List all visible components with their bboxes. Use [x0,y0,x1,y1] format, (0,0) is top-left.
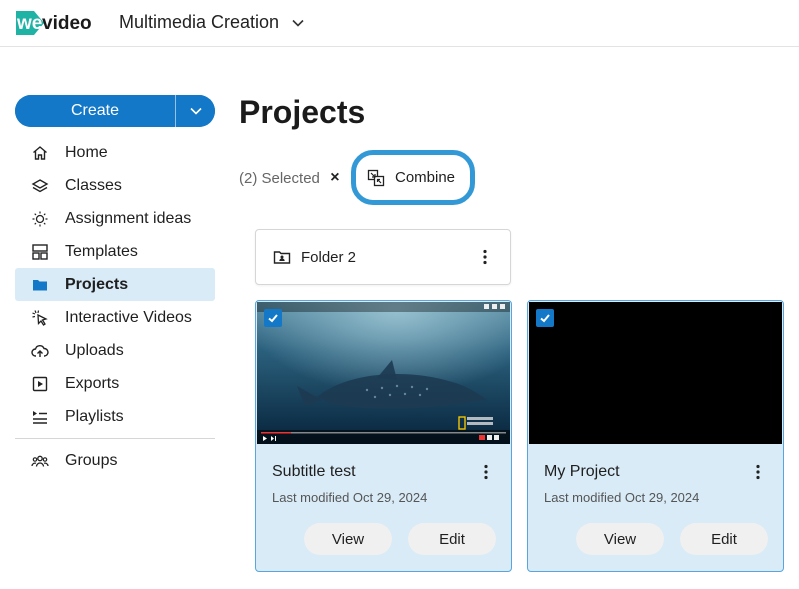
sidebar-item-label: Interactive Videos [65,308,192,326]
edit-button[interactable]: Edit [408,523,496,555]
combine-label: Combine [395,169,456,186]
chevron-down-icon [189,107,202,115]
export-icon [31,375,49,393]
home-icon [31,144,49,162]
groups-icon [31,452,49,470]
playlist-icon [31,408,49,426]
create-dropdown-button[interactable] [175,95,215,127]
underwater-thumbnail-image [257,302,510,444]
sidebar-item-label: Groups [65,451,118,469]
sidebar-divider [15,438,215,439]
cloud-upload-icon [31,342,49,360]
sidebar-item-exports[interactable]: Exports [15,367,215,400]
select-checkbox[interactable] [264,309,282,327]
selected-count: (2) Selected [239,169,320,187]
last-modified: Last modified Oct 29, 2024 [544,490,700,505]
clear-selection-button[interactable]: × [328,169,342,187]
sidebar-item-home[interactable]: Home [15,136,215,169]
sidebar-item-label: Assignment ideas [65,209,192,227]
select-checkbox[interactable] [536,309,554,327]
create-button[interactable]: Create [15,95,175,127]
sidebar-item-projects[interactable]: Projects [15,268,215,301]
view-button[interactable]: View [576,523,664,555]
workspace-switcher[interactable]: Multimedia Creation [119,12,305,33]
svg-text:we: we [16,13,42,34]
sidebar-item-label: Classes [65,176,122,194]
page-title: Projects [239,94,366,130]
project-title: My Project [544,463,620,480]
cursor-click-icon [31,309,49,327]
folder-name: Folder 2 [301,248,357,266]
create-button-group: Create [15,95,215,127]
more-options-icon[interactable] [476,248,494,266]
checkmark-icon [540,314,550,323]
view-button[interactable]: View [304,523,392,555]
svg-text:video: video [42,13,92,34]
shared-folder-icon [273,251,291,264]
combine-icon [367,169,385,186]
folder-icon [31,276,49,294]
sidebar-item-interactive-videos[interactable]: Interactive Videos [15,301,215,334]
sidebar-nav: Home Classes Assignment ideas Templates … [15,136,215,477]
project-thumbnail[interactable] [257,302,510,444]
sidebar-item-label: Playlists [65,407,124,425]
folder-card[interactable]: Folder 2 [255,229,511,285]
more-options-icon[interactable] [749,463,767,481]
chevron-down-icon [292,19,304,27]
sidebar-item-label: Templates [65,242,138,260]
workspace-name: Multimedia Creation [119,12,280,32]
sidebar-item-label: Uploads [65,341,124,359]
templates-icon [31,243,49,261]
top-bar: we video Multimedia Creation [0,0,799,47]
sidebar-item-label: Home [65,143,108,161]
sidebar-item-label: Exports [65,374,120,392]
sidebar-item-playlists[interactable]: Playlists [15,400,215,433]
layers-icon [31,177,49,195]
sidebar-item-classes[interactable]: Classes [15,169,215,202]
checkmark-icon [268,314,278,323]
sidebar-item-groups[interactable]: Groups [15,444,215,477]
project-card[interactable]: Subtitle test Last modified Oct 29, 2024… [255,300,512,572]
project-card[interactable]: My Project Last modified Oct 29, 2024 Vi… [527,300,784,572]
wevideo-logo[interactable]: we video [14,7,100,39]
last-modified: Last modified Oct 29, 2024 [272,490,428,505]
more-options-icon[interactable] [477,463,495,481]
combine-button[interactable]: Combine [351,150,475,205]
sidebar-item-label: Projects [65,275,129,293]
selection-bar: (2) Selected × [239,160,342,196]
sidebar-item-templates[interactable]: Templates [15,235,215,268]
sidebar-item-assignment-ideas[interactable]: Assignment ideas [15,202,215,235]
project-thumbnail[interactable] [529,302,782,444]
lightbulb-icon [31,210,49,228]
project-title: Subtitle test [272,463,356,480]
sidebar-item-uploads[interactable]: Uploads [15,334,215,367]
edit-button[interactable]: Edit [680,523,768,555]
